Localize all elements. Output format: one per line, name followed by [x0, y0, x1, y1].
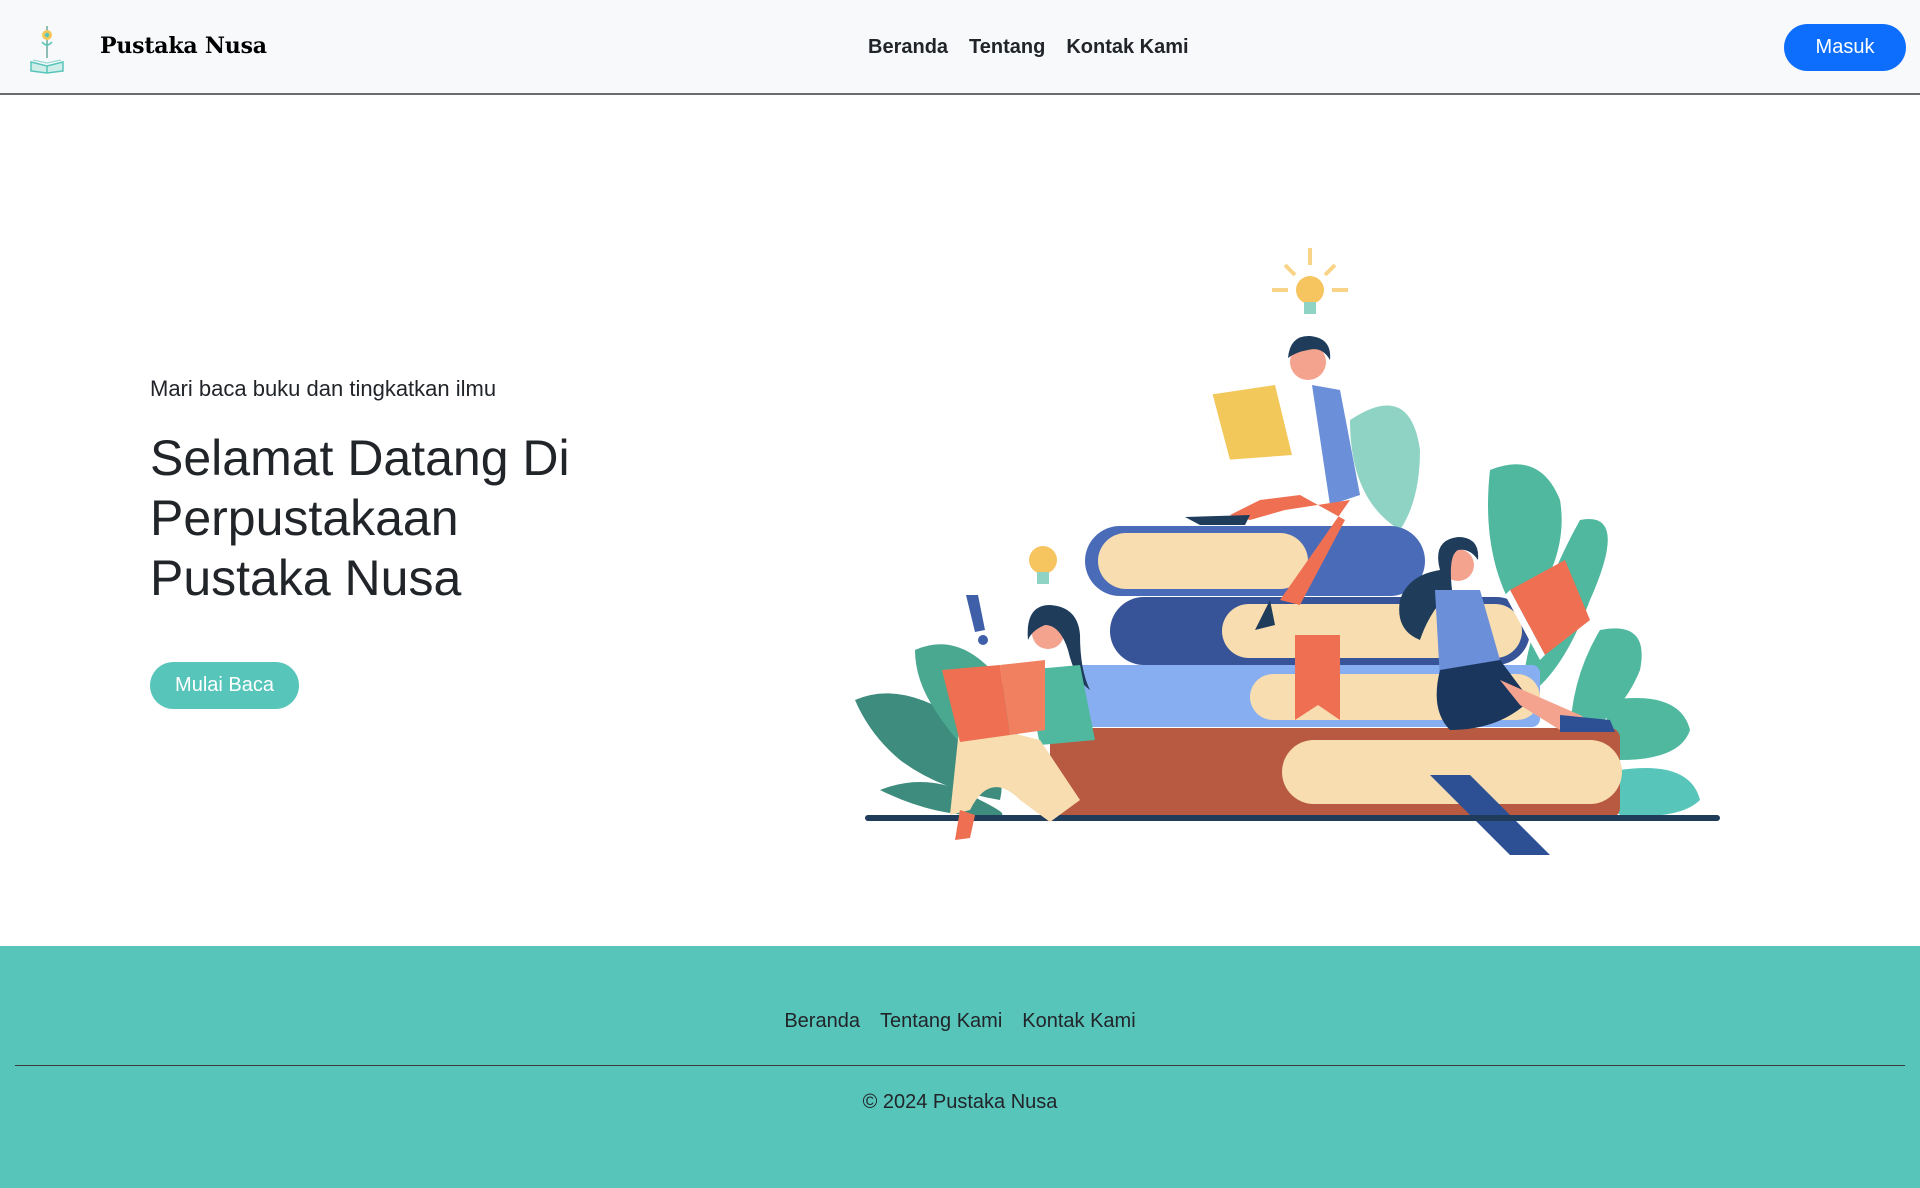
woman-reading-sitting [942, 605, 1095, 840]
hero-title: Selamat Datang Di Perpustakaan Pustaka N… [150, 428, 670, 608]
footer-link-kontak-kami[interactable]: Kontak Kami [1022, 1010, 1135, 1033]
navbar: Pustaka Nusa Beranda Tentang Kontak Kami… [0, 0, 1920, 95]
brand-logo-icon[interactable] [28, 24, 66, 74]
brand-name[interactable]: Pustaka Nusa [100, 33, 267, 59]
exclamation-icon [966, 595, 988, 645]
footer-divider [15, 1065, 1905, 1066]
footer-link-tentang-kami[interactable]: Tentang Kami [880, 1010, 1002, 1033]
hero-title-line-2: Perpustakaan [150, 490, 459, 546]
hero-tagline: Mari baca buku dan tingkatkan ilmu [150, 376, 497, 401]
hero-title-line-3: Pustaka Nusa [150, 550, 462, 606]
footer-link-beranda[interactable]: Beranda [784, 1010, 860, 1033]
footer-links: Beranda Tentang Kami Kontak Kami [0, 1010, 1920, 1033]
footer [0, 946, 1920, 1188]
hero-title-line-1: Selamat Datang Di [150, 430, 570, 486]
main-nav: Beranda Tentang Kontak Kami [868, 36, 1189, 59]
login-button[interactable]: Masuk [1784, 24, 1906, 71]
nav-link-tentang[interactable]: Tentang [969, 36, 1045, 59]
start-reading-button[interactable]: Mulai Baca [150, 662, 299, 709]
copyright-text: © 2024 Pustaka Nusa [862, 1091, 1058, 1113]
lightbulb-top-icon [1272, 248, 1348, 314]
lightbulb-left-icon [1029, 546, 1057, 584]
people-reading-illustration [855, 248, 1720, 855]
nav-link-beranda[interactable]: Beranda [868, 36, 948, 59]
nav-link-kontak-kami[interactable]: Kontak Kami [1066, 36, 1188, 59]
